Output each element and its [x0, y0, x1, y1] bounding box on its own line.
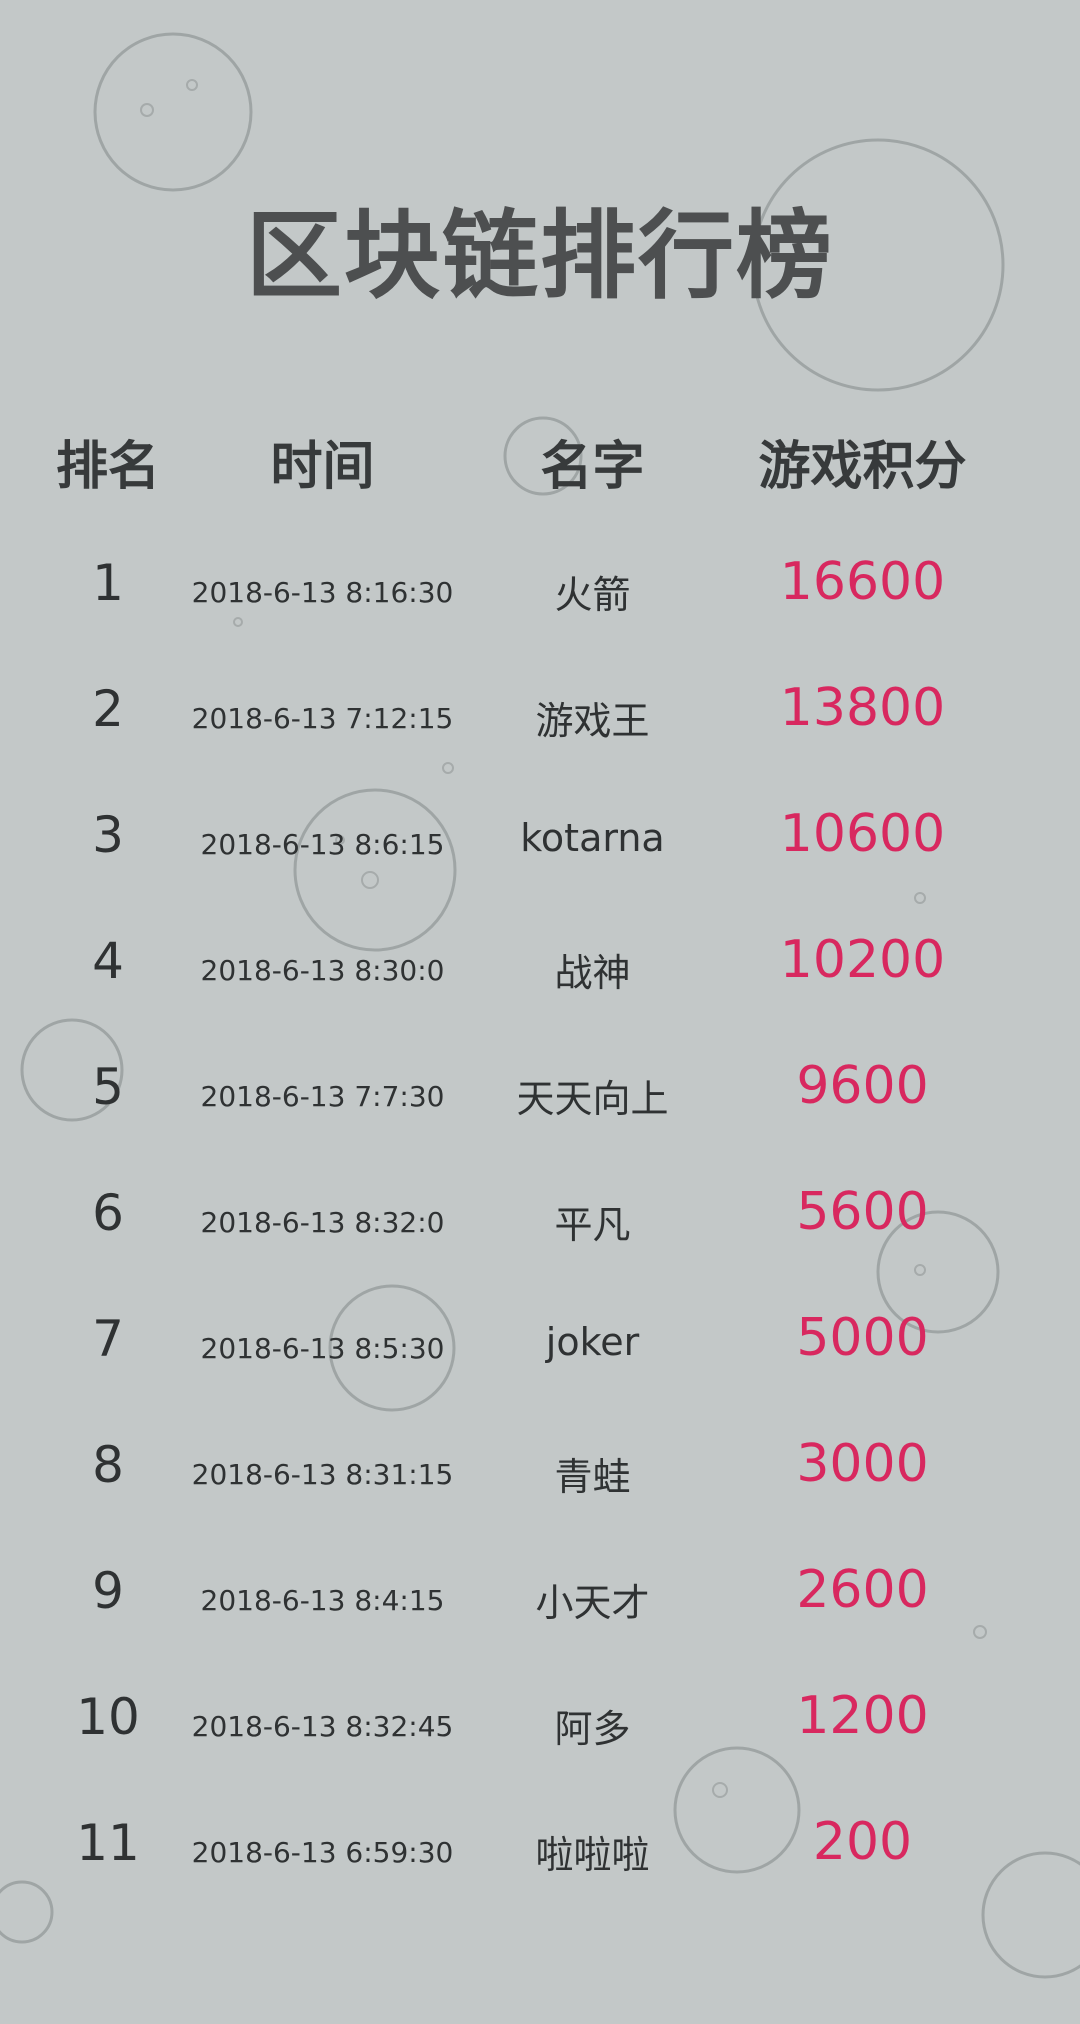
- time-cell: 2018-6-13 8:5:30: [200, 1332, 445, 1365]
- name-cell: 战神: [554, 951, 631, 995]
- header-rank: 排名: [55, 437, 160, 497]
- table-row: 1 2018-6-13 8:16:30 火箭 16600: [0, 536, 1080, 636]
- time-cell: 2018-6-13 8:32:0: [200, 1206, 445, 1239]
- rank-cell: 7: [92, 1310, 124, 1368]
- name-cell: joker: [545, 1320, 640, 1364]
- rank-cell: 8: [92, 1436, 124, 1494]
- score-cell: 13800: [779, 678, 946, 738]
- table-row: 7 2018-6-13 8:5:30 joker 5000: [0, 1292, 1080, 1392]
- score-cell: 10600: [779, 804, 946, 864]
- time-cell: 2018-6-13 8:30:0: [200, 954, 445, 987]
- score-cell: 5000: [796, 1308, 929, 1368]
- score-cell: 3000: [796, 1434, 929, 1494]
- rank-cell: 6: [92, 1184, 124, 1242]
- name-cell: 阿多: [554, 1707, 631, 1751]
- score-cell: 16600: [779, 552, 946, 612]
- table-row: 3 2018-6-13 8:6:15 kotarna 10600: [0, 788, 1080, 888]
- header-name: 名字: [540, 437, 645, 497]
- header-score: 游戏积分: [758, 437, 967, 497]
- score-cell: 2600: [796, 1560, 929, 1620]
- table-row: 10 2018-6-13 8:32:45 阿多 1200: [0, 1670, 1080, 1770]
- rank-cell: 1: [92, 554, 124, 612]
- time-cell: 2018-6-13 7:7:30: [200, 1080, 445, 1113]
- page-title: 区块链排行榜: [246, 200, 834, 312]
- score-cell: 5600: [796, 1182, 929, 1242]
- name-cell: kotarna: [520, 816, 665, 860]
- name-cell: 天天向上: [516, 1077, 669, 1121]
- table-row: 6 2018-6-13 8:32:0 平凡 5600: [0, 1166, 1080, 1266]
- score-cell: 200: [812, 1812, 913, 1872]
- name-cell: 平凡: [554, 1203, 631, 1247]
- time-cell: 2018-6-13 8:32:45: [191, 1710, 454, 1743]
- time-cell: 2018-6-13 8:16:30: [191, 576, 454, 609]
- time-cell: 2018-6-13 7:12:15: [191, 702, 454, 735]
- time-cell: 2018-6-13 6:59:30: [191, 1836, 454, 1869]
- time-cell: 2018-6-13 8:6:15: [200, 828, 445, 861]
- header-time: 时间: [270, 437, 375, 497]
- table-row: 8 2018-6-13 8:31:15 青蛙 3000: [0, 1418, 1080, 1518]
- name-cell: 小天才: [535, 1581, 650, 1625]
- table-header: 排名 时间 名字 游戏积分: [0, 424, 1080, 497]
- rank-cell: 3: [92, 806, 124, 864]
- table-row: 2 2018-6-13 7:12:15 游戏王 13800: [0, 662, 1080, 762]
- rank-cell: 5: [92, 1058, 124, 1116]
- time-cell: 2018-6-13 8:31:15: [191, 1458, 454, 1491]
- time-cell: 2018-6-13 8:4:15: [200, 1584, 445, 1617]
- name-cell: 啦啦啦: [535, 1833, 650, 1877]
- rank-cell: 10: [76, 1688, 140, 1746]
- rank-cell: 4: [92, 932, 124, 990]
- rank-cell: 2: [92, 680, 124, 738]
- table-row: 11 2018-6-13 6:59:30 啦啦啦 200: [0, 1796, 1080, 1896]
- rank-cell: 9: [92, 1562, 124, 1620]
- name-cell: 青蛙: [554, 1455, 631, 1499]
- score-cell: 1200: [796, 1686, 929, 1746]
- table-row: 9 2018-6-13 8:4:15 小天才 2600: [0, 1544, 1080, 1644]
- score-cell: 10200: [779, 930, 946, 990]
- asteroid-icon: [93, 32, 253, 192]
- score-cell: 9600: [796, 1056, 929, 1116]
- table-row: 5 2018-6-13 7:7:30 天天向上 9600: [0, 1040, 1080, 1140]
- name-cell: 游戏王: [535, 699, 650, 743]
- name-cell: 火箭: [554, 573, 631, 617]
- rank-cell: 11: [76, 1814, 140, 1872]
- table-row: 4 2018-6-13 8:30:0 战神 10200: [0, 914, 1080, 1014]
